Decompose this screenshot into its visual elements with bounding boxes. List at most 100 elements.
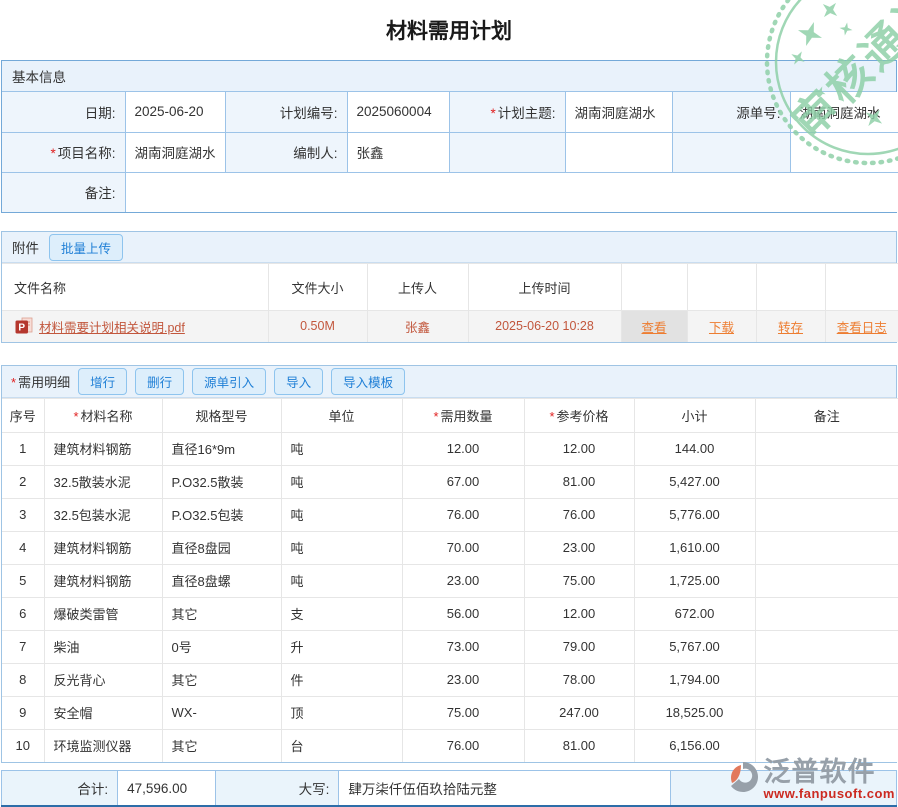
cell-unit: 吨 [281,465,402,498]
cell-seq: 1 [2,432,44,465]
cell-spec: 直径8盘园 [162,531,281,564]
cell-material-name: 32.5包装水泥 [44,498,162,531]
cell-subtotal: 1,725.00 [634,564,755,597]
col-upload-time: 上传时间 [468,264,621,311]
cell-unit: 吨 [281,531,402,564]
col-price: *参考价格 [524,398,634,432]
cell-material-name: 安全帽 [44,696,162,729]
table-row[interactable]: 4 建筑材料钢筋 直径8盘园 吨 70.00 23.00 1,610.00 [2,531,898,564]
cell-unit: 台 [281,729,402,762]
cell-subtotal: 6,156.00 [634,729,755,762]
cell-price: 79.00 [524,630,634,663]
cell-material-name: 建筑材料钢筋 [44,432,162,465]
cell-material-name: 爆破类雷管 [44,597,162,630]
col-spec: 规格型号 [162,398,281,432]
total-value: 47,596.00 [118,771,216,807]
cell-unit: 吨 [281,498,402,531]
material-requirement-plan-page: 材料需用计划 基本信息 日期: 2025-06-20 计划编号: 2025060… [0,0,898,807]
cell-material-name: 32.5散装水泥 [44,465,162,498]
attachment-row: P 材料需要计划相关说明.pdf 0.50M 张鑫 2025-06-20 10:… [2,311,898,342]
cell-subtotal: 144.00 [634,432,755,465]
col-action-empty [621,264,687,311]
basic-info-header: 基本信息 [2,61,896,92]
table-row[interactable]: 8 反光背心 其它 件 23.00 78.00 1,794.00 [2,663,898,696]
table-row[interactable]: 9 安全帽 WX- 顶 75.00 247.00 18,525.00 [2,696,898,729]
cell-price: 12.00 [524,597,634,630]
svg-text:P: P [18,323,25,334]
empty-label-cell [449,132,565,172]
subject-value: 湖南洞庭湖水 [565,92,672,132]
add-row-button[interactable]: 增行 [78,368,127,395]
cell-price: 81.00 [524,729,634,762]
cell-seq: 6 [2,597,44,630]
download-link[interactable]: 下载 [709,321,734,335]
attachments-table: 文件名称 文件大小 上传人 上传时间 [2,263,898,342]
col-unit: 单位 [281,398,402,432]
table-row[interactable]: 3 32.5包装水泥 P.O32.5包装 吨 76.00 76.00 5,776… [2,498,898,531]
cell-seq: 9 [2,696,44,729]
cell-price: 78.00 [524,663,634,696]
required-marker: * [11,375,16,390]
cell-seq: 10 [2,729,44,762]
table-row[interactable]: 10 环境监测仪器 其它 台 76.00 81.00 6,156.00 [2,729,898,762]
total-label: 合计: [2,771,118,807]
basic-info-table: 日期: 2025-06-20 计划编号: 2025060004 *计划主题: 湖… [2,92,898,212]
cell-subtotal: 672.00 [634,597,755,630]
cell-subtotal: 18,525.00 [634,696,755,729]
batch-upload-button[interactable]: 批量上传 [49,234,123,261]
empty-value-cell [790,132,898,172]
file-size: 0.50M [268,311,367,342]
required-marker: * [549,409,554,424]
view-log-link[interactable]: 查看日志 [837,321,887,335]
cell-spec: 其它 [162,663,281,696]
cell-remark [755,432,898,465]
col-remark: 备注 [755,398,898,432]
cell-remark [755,597,898,630]
cell-material-name: 建筑材料钢筋 [44,531,162,564]
cell-price: 76.00 [524,498,634,531]
project-name-value: 湖南洞庭湖水 [125,132,225,172]
cell-remark [755,630,898,663]
col-uploader: 上传人 [367,264,468,311]
cell-seq: 4 [2,531,44,564]
date-value: 2025-06-20 [125,92,225,132]
date-label: 日期: [2,92,125,132]
detail-section: *需用明细 增行 删行 源单引入 导入 导入模板 序号 *材料名称 规格型号 单… [1,365,897,764]
detail-table: 序号 *材料名称 规格型号 单位 *需用数量 *参考价格 小计 备注 1 建筑材… [2,398,898,763]
cell-remark [755,663,898,696]
file-name-link[interactable]: 材料需要计划相关说明.pdf [39,317,185,336]
save-as-link[interactable]: 转存 [778,321,803,335]
cell-remark [755,531,898,564]
table-row[interactable]: 1 建筑材料钢筋 直径16*9m 吨 12.00 12.00 144.00 [2,432,898,465]
import-from-source-button[interactable]: 源单引入 [192,368,266,395]
table-row[interactable]: 6 爆破类雷管 其它 支 56.00 12.00 672.00 [2,597,898,630]
import-button[interactable]: 导入 [274,368,323,395]
detail-header-bar: *需用明细 增行 删行 源单引入 导入 导入模板 [2,366,896,398]
delete-row-button[interactable]: 删行 [135,368,184,395]
cell-material-name: 反光背心 [44,663,162,696]
cell-qty: 23.00 [402,663,524,696]
cell-qty: 12.00 [402,432,524,465]
file-upload-time: 2025-06-20 10:28 [468,311,621,342]
cell-remark [755,564,898,597]
table-row[interactable]: 7 柴油 0号 升 73.00 79.00 5,767.00 [2,630,898,663]
remark-value [125,172,898,212]
view-link[interactable]: 查看 [641,321,666,335]
col-action-empty [687,264,756,311]
view-log-action-cell: 查看日志 [825,311,898,342]
attachments-header: 附件 批量上传 [2,232,896,263]
cell-qty: 23.00 [402,564,524,597]
cell-qty: 76.00 [402,498,524,531]
col-seq: 序号 [2,398,44,432]
table-row[interactable]: 5 建筑材料钢筋 直径8盘螺 吨 23.00 75.00 1,725.00 [2,564,898,597]
table-row[interactable]: 2 32.5散装水泥 P.O32.5散装 吨 67.00 81.00 5,427… [2,465,898,498]
file-uploader: 张鑫 [367,311,468,342]
cell-spec: 直径8盘螺 [162,564,281,597]
cell-price: 75.00 [524,564,634,597]
empty-value-cell [565,132,672,172]
cell-seq: 8 [2,663,44,696]
plan-no-value: 2025060004 [347,92,449,132]
import-template-button[interactable]: 导入模板 [331,368,405,395]
caps-label: 大写: [216,771,339,807]
cell-material-name: 柴油 [44,630,162,663]
